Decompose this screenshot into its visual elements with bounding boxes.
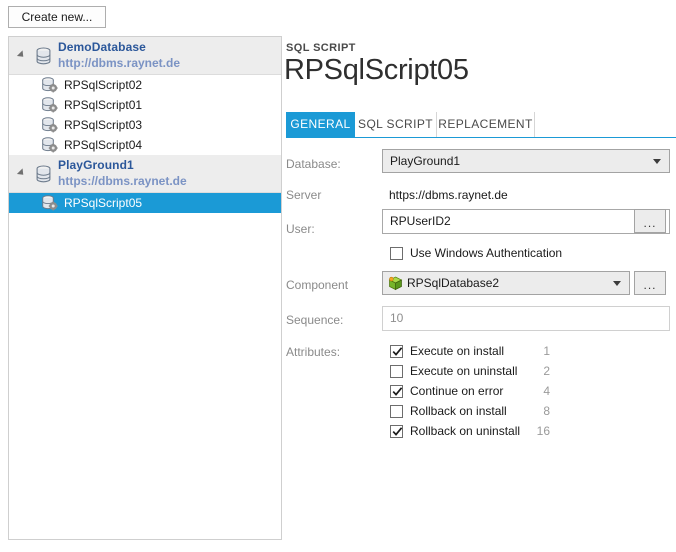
windows-auth-label: Use Windows Authentication	[410, 246, 562, 261]
tree-item[interactable]: RPSqlScript04	[9, 135, 281, 155]
sql-script-tree[interactable]: DemoDatabase http://dbms.raynet.de RPSqlSc…	[8, 36, 282, 540]
attribute-label: Rollback on install	[410, 404, 507, 419]
database-icon	[35, 165, 52, 183]
attribute-value: 4	[530, 384, 550, 399]
detail-tabs[interactable]: GENERALSQL SCRIPTREPLACEMENT	[286, 112, 676, 138]
chevron-down-icon	[653, 159, 661, 164]
attribute-row[interactable]: Continue on error 4	[390, 384, 570, 402]
user-value: RPUserID2	[390, 210, 451, 233]
navigation-pane: Create new... DemoDatabase http://dbms.ra…	[0, 0, 284, 552]
green-cube-icon	[388, 276, 403, 291]
sql-script-icon	[41, 77, 58, 93]
attribute-label: Execute on uninstall	[410, 364, 517, 379]
detail-eyebrow-label: SQL SCRIPT	[286, 42, 356, 54]
attribute-row[interactable]: Rollback on uninstall 16	[390, 424, 570, 442]
component-value: RPSqlDatabase2	[407, 272, 499, 294]
triangle-expanded-icon[interactable]	[17, 168, 26, 177]
component-combobox[interactable]: RPSqlDatabase2	[382, 271, 630, 295]
component-browse-button[interactable]: ...	[634, 271, 666, 295]
tree-item-label: RPSqlScript03	[64, 117, 142, 133]
tree-item[interactable]: RPSqlScript05	[9, 193, 281, 213]
database-combobox[interactable]: PlayGround1	[382, 149, 670, 173]
tree-item-label: RPSqlScript05	[64, 195, 142, 211]
tree-group-title: DemoDatabase	[58, 40, 146, 54]
attributes-label: Attributes:	[286, 345, 340, 359]
user-input[interactable]: RPUserID2	[382, 209, 670, 234]
tab-underline	[286, 137, 676, 138]
server-value: https://dbms.raynet.de	[389, 188, 508, 202]
database-icon	[35, 47, 52, 65]
attribute-value: 16	[530, 424, 550, 439]
windows-auth-checkbox[interactable]	[390, 247, 403, 260]
user-label: User:	[286, 222, 315, 236]
sequence-input[interactable]: 10	[382, 306, 670, 331]
attribute-row[interactable]: Execute on install 1	[390, 344, 570, 362]
sql-script-icon	[41, 97, 58, 113]
detail-pane: SQL SCRIPT RPSqlScript05 GENERALSQL SCRI…	[286, 0, 676, 552]
database-value: PlayGround1	[390, 150, 460, 172]
attribute-value: 1	[530, 344, 550, 359]
attribute-label: Rollback on uninstall	[410, 424, 520, 439]
attribute-checkbox[interactable]	[390, 345, 403, 358]
tree-item-label: RPSqlScript01	[64, 97, 142, 113]
tree-item-label: RPSqlScript02	[64, 77, 142, 93]
page-title: RPSqlScript05	[284, 54, 469, 87]
tree-group-demodatabase[interactable]: DemoDatabase http://dbms.raynet.de	[9, 37, 281, 75]
tree-item[interactable]: RPSqlScript03	[9, 115, 281, 135]
server-label: Server	[286, 188, 321, 202]
database-label: Database:	[286, 157, 341, 171]
tree-group-title: PlayGround1	[58, 158, 134, 172]
tree-item[interactable]: RPSqlScript01	[9, 95, 281, 115]
tab-sql-script[interactable]: SQL SCRIPT	[355, 112, 437, 137]
sequence-label: Sequence:	[286, 313, 343, 327]
create-new-button[interactable]: Create new...	[8, 6, 106, 28]
attribute-checkbox[interactable]	[390, 385, 403, 398]
tree-item[interactable]: RPSqlScript02	[9, 75, 281, 95]
attribute-checkbox[interactable]	[390, 365, 403, 378]
attribute-label: Continue on error	[410, 384, 503, 399]
attribute-value: 8	[530, 404, 550, 419]
attribute-row[interactable]: Rollback on install 8	[390, 404, 570, 422]
chevron-down-icon	[613, 281, 621, 286]
tree-group-url: https://dbms.raynet.de	[58, 174, 187, 188]
component-label: Component	[286, 278, 348, 292]
sql-script-icon	[41, 195, 58, 211]
tab-replacement[interactable]: REPLACEMENT	[437, 112, 535, 137]
tree-item-label: RPSqlScript04	[64, 137, 142, 153]
sql-script-icon	[41, 137, 58, 153]
attribute-label: Execute on install	[410, 344, 504, 359]
triangle-expanded-icon[interactable]	[17, 50, 26, 59]
attribute-checkbox[interactable]	[390, 405, 403, 418]
tree-group-url: http://dbms.raynet.de	[58, 56, 180, 70]
attribute-checkbox[interactable]	[390, 425, 403, 438]
tab-general[interactable]: GENERAL	[286, 112, 355, 137]
sequence-value: 10	[390, 307, 403, 330]
attribute-row[interactable]: Execute on uninstall 2	[390, 364, 570, 382]
user-browse-button[interactable]: ...	[634, 209, 666, 233]
attribute-value: 2	[530, 364, 550, 379]
sql-script-icon	[41, 117, 58, 133]
tree-group-playground1[interactable]: PlayGround1 https://dbms.raynet.de	[9, 155, 281, 193]
